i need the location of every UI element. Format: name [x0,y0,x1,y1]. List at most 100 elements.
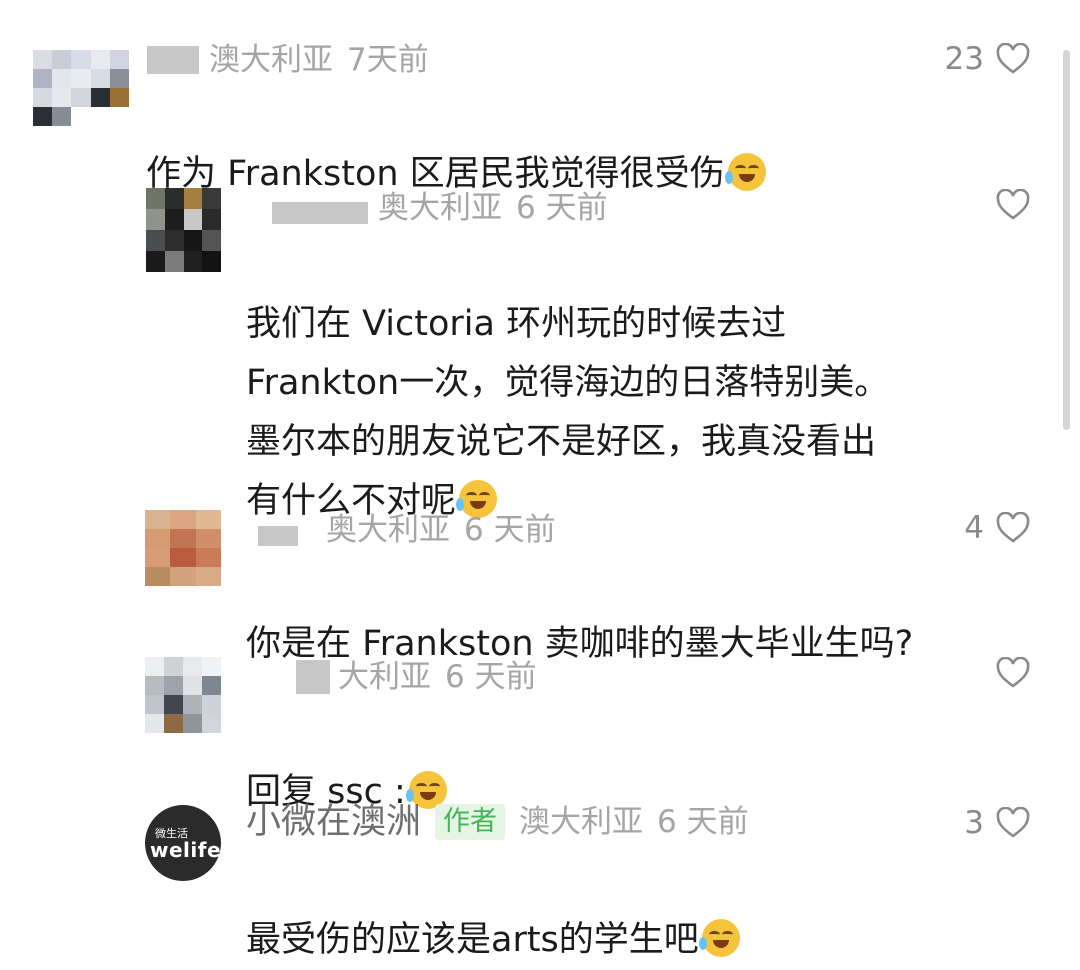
avatar[interactable]: 微生活 welife [145,805,221,881]
avatar-pixel [164,209,184,230]
comment-meta: 奥大利亚 6 天前 [258,512,556,548]
avatar-pixel [146,209,165,230]
avatar-pixel [202,676,221,695]
location: 大利亚 [338,659,431,695]
avatar-pixel [164,676,183,695]
avatar-pixel [202,657,221,676]
avatar-pixel [33,50,53,69]
comment-meta: 澳大利亚 7天前 [147,42,429,78]
like-count: 23 [944,41,984,77]
avatar-pixel [164,714,183,733]
like-control[interactable] [984,657,1030,689]
avatar-pixel [202,714,221,733]
avatar-pixel [52,107,72,126]
avatar-pixel [183,695,202,714]
comment-text[interactable]: 我们在 Victoria 环州玩的时候去过 Frankton一次，觉得海边的日落… [246,236,889,531]
scrollbar[interactable] [1063,50,1070,430]
avatar-image [145,657,221,733]
username-blurred[interactable] [258,526,298,546]
comment-text[interactable]: 作为 Frankston 区居民我觉得很受伤 [146,86,766,204]
avatar-pixel [33,107,53,126]
heart-icon[interactable] [996,43,1030,75]
comment-meta: 小微在澳洲 作者 澳大利亚 6 天前 [246,804,749,840]
timestamp: 6 天前 [657,804,749,840]
avatar-pixel [170,548,196,567]
avatar-pixel [109,50,129,69]
avatar-pixel [164,188,184,209]
heart-icon[interactable] [996,807,1030,839]
comment-text[interactable]: 你是在 Frankston 卖咖啡的墨大毕业生吗? [246,556,913,674]
avatar-pixel [146,230,165,251]
timestamp: 6 天前 [445,659,537,695]
avatar-pixel [183,209,203,230]
username-blurred[interactable] [296,660,330,694]
username-blurred[interactable] [272,202,368,224]
comment-meta: 奥大利亚 6 天前 [272,190,608,226]
like-control[interactable]: 3 [964,805,1030,841]
heart-icon[interactable] [996,657,1030,689]
avatar-pixel [202,188,221,209]
facepalm-cry-emoji-icon [724,153,766,191]
avatar-pixel [183,188,203,209]
like-control[interactable] [984,189,1030,221]
avatar-pixel [183,657,202,676]
like-control[interactable]: 23 [945,41,1030,77]
avatar-pixel [183,251,203,272]
avatar-pixel [183,714,202,733]
avatar-pixel [202,209,221,230]
avatar[interactable] [145,510,221,586]
like-count: 4 [964,510,984,546]
author-badge: 作者 [435,804,506,840]
avatar-pixel [170,510,196,529]
avatar-pixel [109,88,129,107]
avatar-pixel [145,695,164,714]
heart-icon[interactable] [996,512,1030,544]
avatar-pixel [195,510,221,529]
location: 奥大利亚 [326,512,450,548]
avatar-pixel [90,50,110,69]
avatar-pixel [195,529,221,548]
avatar-image [146,188,221,272]
avatar-pixel [145,714,164,733]
comment-text[interactable]: 最受伤的应该是arts的学生吧 [246,852,740,970]
avatar-pixel [164,695,183,714]
avatar-pixel [33,69,53,88]
avatar-image [33,50,129,126]
heart-icon[interactable] [996,189,1030,221]
avatar-pixel [145,657,164,676]
avatar-pixel [109,69,129,88]
avatar[interactable] [146,188,221,272]
avatar-pixel [164,230,184,251]
avatar-pixel [52,69,72,88]
avatar-pixel [183,230,203,251]
avatar-pixel [164,657,183,676]
username-blurred[interactable] [147,46,199,74]
location: 澳大利亚 [209,42,333,78]
avatar-pixel [145,676,164,695]
like-control[interactable]: 4 [964,510,1030,546]
like-count: 3 [964,805,984,841]
avatar-pixel [90,88,110,107]
avatar-pixel [202,230,221,251]
avatar-pixel [145,529,171,548]
comment-meta: 大利亚 6 天前 [296,659,537,695]
avatar-pixel [146,188,165,209]
avatar-pixel [195,548,221,567]
avatar-pixel [145,548,171,567]
location: 奥大利亚 [378,190,502,226]
timestamp: 7天前 [347,42,429,78]
avatar-pixel [90,69,110,88]
avatar-pixel [52,50,72,69]
author-name[interactable]: 小微在澳洲 [246,804,421,840]
avatar-pixel [202,695,221,714]
avatar-pixel [170,529,196,548]
avatar-pixel [146,251,165,272]
avatar-pixel [71,88,91,107]
avatar[interactable] [145,657,221,733]
avatar[interactable] [33,50,129,126]
facepalm-cry-emoji-icon [698,919,740,957]
avatar-pixel [183,676,202,695]
avatar-image [145,510,221,586]
avatar-pixel [170,567,196,586]
avatar-pixel [52,88,72,107]
